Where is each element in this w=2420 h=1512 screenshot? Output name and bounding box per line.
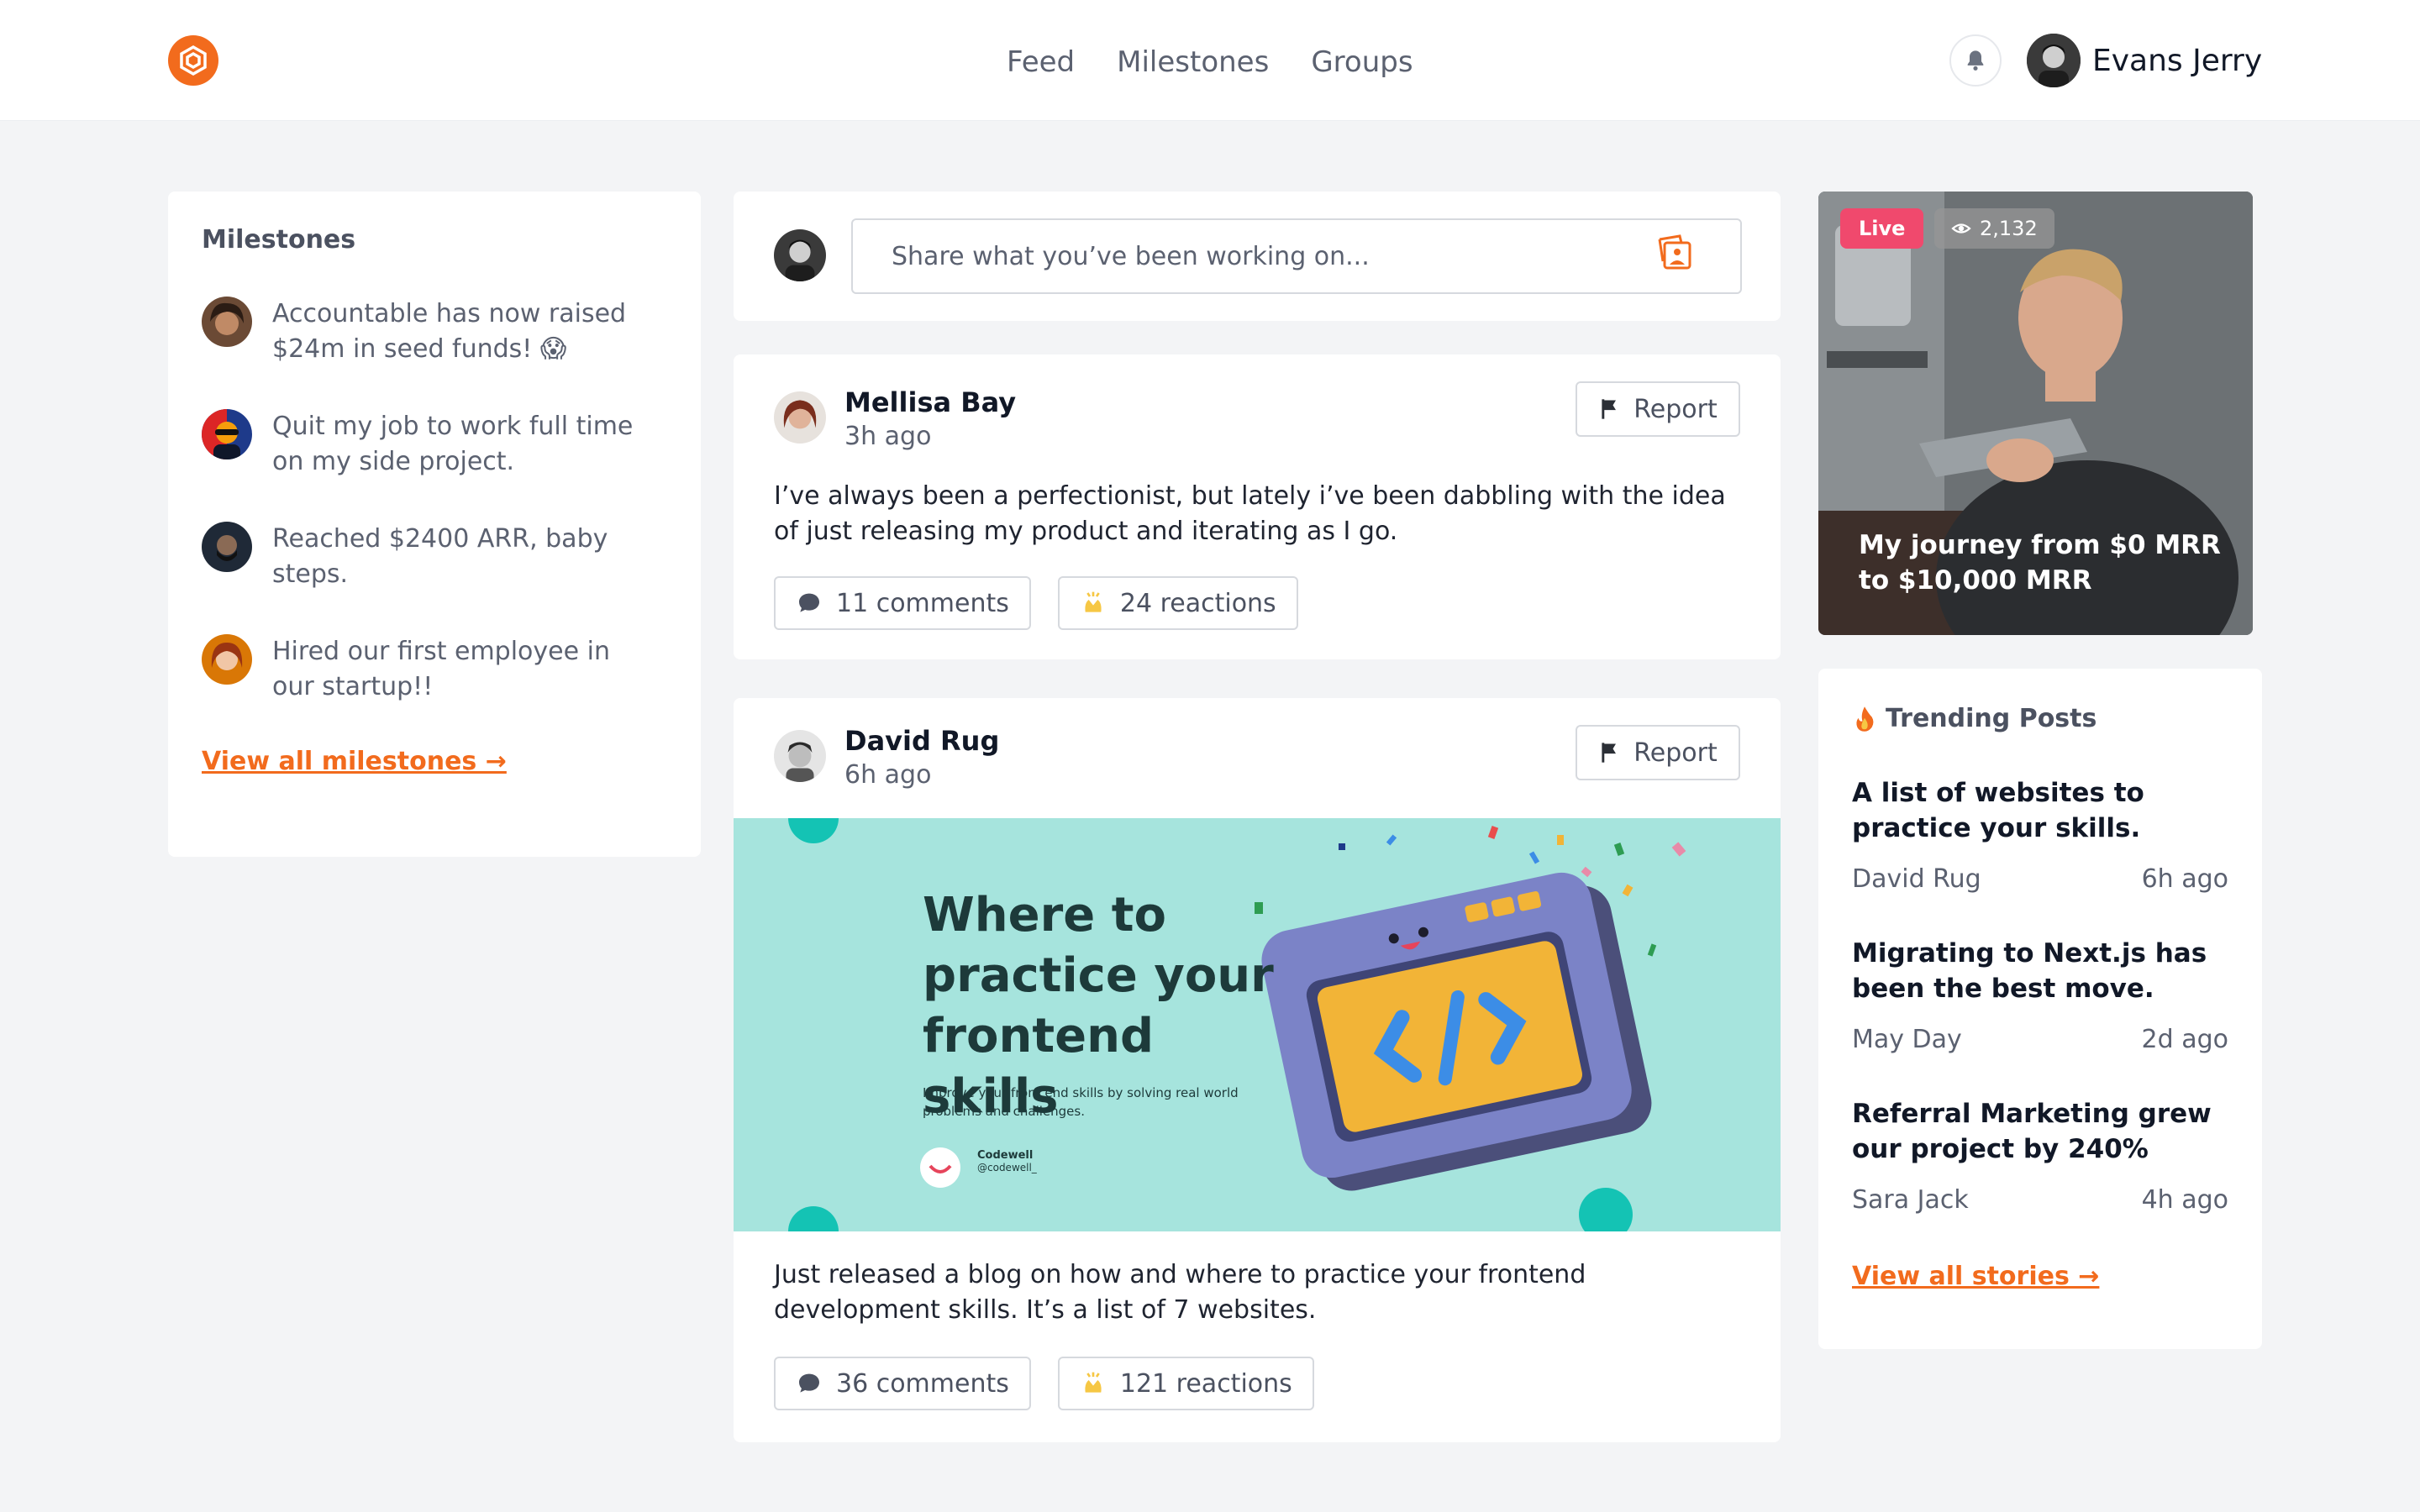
trending-item-author: David Rug — [1852, 864, 1981, 894]
post-author[interactable]: Mellisa Bay — [844, 385, 1016, 420]
trending-item[interactable]: Referral Marketing grew our project by 2… — [1852, 1096, 2228, 1215]
trending-item-title: Migrating to Next.js has been the best m… — [1852, 938, 2207, 1004]
post-author-avatar[interactable] — [774, 391, 826, 444]
post-header: David Rug 6h ago — [774, 723, 999, 792]
report-button[interactable]: Report — [1576, 381, 1740, 437]
post-body: I’ve always been a perfectionist, but la… — [774, 481, 1726, 546]
comments-count: 36 comments — [836, 1368, 1009, 1399]
clap-icon — [1085, 1372, 1102, 1393]
views-badge: 2,132 — [1934, 208, 2054, 249]
composer-avatar — [774, 229, 826, 281]
trending-item-title: Referral Marketing grew our project by 2… — [1852, 1099, 2212, 1164]
share-input[interactable] — [851, 218, 1742, 294]
comments-button[interactable]: 11 comments — [774, 576, 1031, 630]
nav-feed[interactable]: Feed — [1007, 39, 1075, 86]
live-stream-card[interactable]: Live 2,132 My journey from $0 MRR to $10… — [1818, 192, 2253, 635]
bell-icon — [1967, 50, 1984, 71]
milestone-item[interactable]: Accountable has now raised $24m in seed … — [202, 297, 667, 367]
milestone-item[interactable]: Reached $2400 ARR, baby steps. — [202, 522, 667, 592]
banner-brand: Codewell @codewell_ — [977, 1149, 1037, 1173]
milestones-card: Milestones Accountable has now raised $2… — [168, 192, 701, 857]
trending-item-meta: May Day 2d ago — [1852, 1025, 2228, 1054]
trending-item-author: May Day — [1852, 1025, 1962, 1054]
comments-count: 11 comments — [836, 588, 1009, 618]
comments-button[interactable]: 36 comments — [774, 1357, 1031, 1410]
reactions-button[interactable]: 24 reactions — [1057, 576, 1298, 630]
user-avatar — [2027, 34, 2081, 87]
milestone-avatar — [202, 634, 252, 685]
post-time: 6h ago — [844, 760, 932, 790]
reactions-count: 24 reactions — [1119, 588, 1276, 618]
milestone-text: Quit my job to work full time on my side… — [272, 412, 634, 476]
nav-groups[interactable]: Groups — [1311, 39, 1413, 86]
feed-post: Mellisa Bay 3h ago Report I’ve always be… — [734, 354, 1781, 659]
milestone-avatar — [202, 297, 252, 347]
nav-milestones[interactable]: Milestones — [1117, 39, 1269, 86]
report-button[interactable]: Report — [1576, 725, 1740, 780]
post-actions: 11 comments 24 reactions — [774, 576, 1298, 630]
user-name: Evans Jerry — [2092, 43, 2263, 78]
view-all-stories-link[interactable]: View all stories → — [1852, 1262, 2099, 1291]
milestones-footer: View all milestones → — [202, 747, 667, 776]
image-upload-icon[interactable] — [1655, 233, 1695, 276]
fire-icon — [1856, 706, 1874, 732]
milestone-item[interactable]: Quit my job to work full time on my side… — [202, 409, 667, 480]
flag-icon — [1602, 743, 1617, 763]
banner-brand-handle: @codewell_ — [977, 1162, 1037, 1173]
comment-icon — [799, 1373, 819, 1393]
trending-item-title: A list of websites to practice your skil… — [1852, 778, 2144, 843]
eye-icon — [1951, 223, 1971, 234]
trending-footer: View all stories → — [1852, 1262, 2228, 1291]
views-count: 2,132 — [1980, 217, 2038, 240]
trending-item-time: 2d ago — [2141, 1025, 2228, 1054]
feed-post: David Rug 6h ago Report Where to practic… — [734, 698, 1781, 1442]
trending-item-meta: David Rug 6h ago — [1852, 864, 2228, 894]
user-menu[interactable]: Evans Jerry — [2027, 34, 2262, 87]
reactions-count: 121 reactions — [1119, 1368, 1292, 1399]
trending-item[interactable]: Migrating to Next.js has been the best m… — [1852, 936, 2228, 1054]
milestone-item[interactable]: Hired our first employee in our startup!… — [202, 634, 667, 705]
post-time: 3h ago — [844, 422, 932, 451]
milestones-title: Milestones — [202, 225, 356, 255]
notifications-button[interactable] — [1949, 34, 2002, 87]
report-label: Report — [1634, 738, 1718, 768]
trending-item-time: 4h ago — [2141, 1185, 2228, 1215]
view-all-milestones-link[interactable]: View all milestones → — [202, 747, 507, 776]
post-author[interactable]: David Rug — [844, 723, 999, 759]
milestone-text: Accountable has now raised $24m in seed … — [272, 299, 627, 364]
milestone-text: Reached $2400 ARR, baby steps. — [272, 524, 608, 589]
post-actions: 36 comments 121 reactions — [774, 1357, 1314, 1410]
post-author-avatar[interactable] — [774, 730, 826, 782]
banner-brand-name: Codewell — [977, 1149, 1034, 1162]
reactions-button[interactable]: 121 reactions — [1057, 1357, 1314, 1410]
app-logo-icon[interactable] — [168, 35, 218, 86]
post-header: Mellisa Bay 3h ago — [774, 385, 1016, 454]
clap-icon — [1085, 591, 1102, 612]
trending-item-time: 6h ago — [2141, 864, 2228, 894]
milestone-text: Hired our first employee in our startup!… — [272, 637, 610, 701]
trending-item-author: Sara Jack — [1852, 1185, 1969, 1215]
report-label: Report — [1634, 394, 1718, 424]
post-image-banner[interactable]: Where to practice your frontend skills I… — [734, 818, 1781, 1231]
main-nav: Feed Milestones Groups — [1007, 39, 1413, 86]
comment-icon — [799, 593, 819, 612]
flag-icon — [1602, 399, 1617, 419]
trending-item-meta: Sara Jack 4h ago — [1852, 1185, 2228, 1215]
trending-item[interactable]: A list of websites to practice your skil… — [1852, 775, 2228, 894]
post-composer — [734, 192, 1781, 321]
banner-subtitle: Improve your front end skills by solving… — [923, 1085, 1239, 1119]
live-badge: Live — [1840, 208, 1924, 249]
post-body: Just released a blog on how and where to… — [774, 1260, 1586, 1325]
milestone-avatar — [202, 409, 252, 459]
trending-posts-card: Trending Posts A list of websites to pra… — [1818, 669, 2262, 1349]
milestone-avatar — [202, 522, 252, 572]
trending-title-row: Trending Posts — [1852, 704, 2228, 733]
live-title: My journey from $0 MRR to $10,000 MRR — [1859, 530, 2221, 596]
trending-title: Trending Posts — [1886, 704, 2097, 733]
top-navigation-bar: Feed Milestones Groups Evans Jerry — [0, 0, 2420, 121]
